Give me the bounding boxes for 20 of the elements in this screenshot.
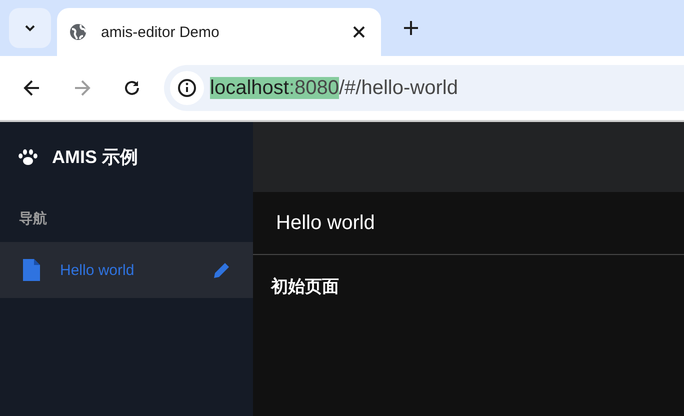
url-text: localhost:8080/#/hello-world	[210, 76, 458, 100]
tab-title: amis-editor Demo	[101, 24, 220, 40]
globe-icon	[69, 23, 87, 41]
info-icon	[177, 78, 197, 98]
paw-icon	[18, 148, 38, 166]
nav-item-label: Hello world	[60, 262, 136, 278]
file-icon	[23, 259, 40, 281]
chevron-down-icon	[24, 24, 36, 32]
pencil-icon[interactable]	[213, 261, 231, 279]
back-icon[interactable]	[22, 78, 42, 98]
address-bar[interactable]: localhost:8080/#/hello-world	[164, 65, 684, 111]
page-title: Hello world	[253, 192, 684, 255]
close-icon[interactable]	[353, 26, 365, 38]
page-body-text: 初始页面	[270, 276, 340, 298]
new-tab-icon[interactable]	[403, 20, 419, 36]
reload-icon[interactable]	[122, 78, 142, 98]
browser-tab[interactable]: amis-editor Demo	[57, 8, 381, 56]
nav-group-label: 导航	[18, 209, 48, 228]
info-button[interactable]	[170, 71, 204, 105]
brand-title: AMIS 示例	[52, 146, 138, 169]
